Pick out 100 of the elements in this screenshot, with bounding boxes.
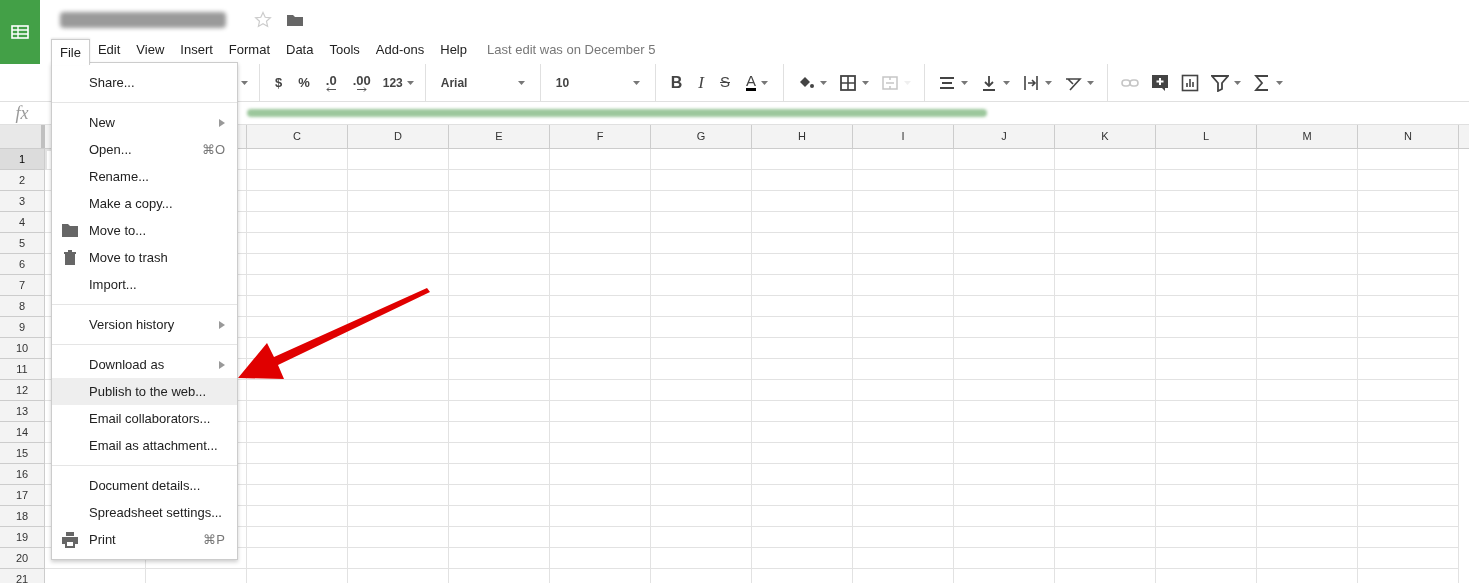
menu-option[interactable]: Import...	[52, 271, 237, 298]
grid-cell[interactable]	[348, 338, 449, 359]
row-header[interactable]: 15	[0, 443, 45, 464]
menu-option[interactable]: Move to...	[52, 217, 237, 244]
grid-cell[interactable]	[954, 149, 1055, 170]
grid-cell[interactable]	[247, 149, 348, 170]
grid-cell[interactable]	[752, 296, 853, 317]
grid-cell[interactable]	[247, 548, 348, 569]
grid-cell[interactable]	[752, 548, 853, 569]
grid-cell[interactable]	[752, 527, 853, 548]
grid-cell[interactable]	[550, 548, 651, 569]
star-icon[interactable]	[254, 11, 272, 29]
grid-cell[interactable]	[550, 527, 651, 548]
menu-item[interactable]: Tools	[321, 39, 368, 61]
row-header[interactable]: 14	[0, 422, 45, 443]
grid-cell[interactable]	[449, 527, 550, 548]
grid-cell[interactable]	[1156, 275, 1257, 296]
grid-cell[interactable]	[1257, 506, 1358, 527]
strikethrough-button[interactable]: S	[712, 69, 738, 96]
grid-cell[interactable]	[1257, 422, 1358, 443]
grid-cell[interactable]	[1156, 359, 1257, 380]
grid-cell[interactable]	[1055, 464, 1156, 485]
grid-cell[interactable]	[954, 212, 1055, 233]
grid-cell[interactable]	[752, 191, 853, 212]
grid-cell[interactable]	[651, 506, 752, 527]
grid-cell[interactable]	[853, 233, 954, 254]
menu-option[interactable]: New	[52, 109, 237, 136]
grid-cell[interactable]	[853, 212, 954, 233]
grid-cell[interactable]	[449, 317, 550, 338]
grid-cell[interactable]	[1055, 170, 1156, 191]
grid-cell[interactable]	[853, 359, 954, 380]
grid-cell[interactable]	[651, 254, 752, 275]
grid-cell[interactable]	[1156, 401, 1257, 422]
menu-item[interactable]: File	[51, 39, 90, 65]
grid-cell[interactable]	[348, 548, 449, 569]
grid-cell[interactable]	[449, 485, 550, 506]
row-header[interactable]: 12	[0, 380, 45, 401]
grid-cell[interactable]	[853, 422, 954, 443]
grid-cell[interactable]	[1055, 359, 1156, 380]
grid-cell[interactable]	[247, 443, 348, 464]
grid-cell[interactable]	[1257, 317, 1358, 338]
grid-cell[interactable]	[954, 191, 1055, 212]
grid-cell[interactable]	[1358, 317, 1459, 338]
grid-cell[interactable]	[954, 422, 1055, 443]
menu-item[interactable]: Edit	[89, 39, 129, 61]
menu-item[interactable]: Insert	[172, 39, 221, 61]
grid-cell[interactable]	[1257, 233, 1358, 254]
grid-cell[interactable]	[954, 254, 1055, 275]
grid-cell[interactable]	[954, 401, 1055, 422]
grid-cell[interactable]	[1358, 359, 1459, 380]
grid-cell[interactable]	[1156, 464, 1257, 485]
grid-cell[interactable]	[1055, 296, 1156, 317]
grid-cell[interactable]	[1257, 191, 1358, 212]
column-header[interactable]: N	[1358, 125, 1459, 148]
grid-cell[interactable]	[247, 380, 348, 401]
grid-cell[interactable]	[449, 548, 550, 569]
grid-cell[interactable]	[1358, 149, 1459, 170]
grid-cell[interactable]	[449, 422, 550, 443]
grid-cell[interactable]	[550, 317, 651, 338]
menu-option[interactable]: Email as attachment...	[52, 432, 237, 459]
grid-cell[interactable]	[247, 485, 348, 506]
row-header[interactable]: 17	[0, 485, 45, 506]
grid-cell[interactable]	[1358, 296, 1459, 317]
grid-cell[interactable]	[651, 149, 752, 170]
grid-cell[interactable]	[247, 506, 348, 527]
menu-option[interactable]: Document details...	[52, 472, 237, 499]
grid-cell[interactable]	[651, 527, 752, 548]
row-header[interactable]: 4	[0, 212, 45, 233]
grid-cell[interactable]	[1358, 485, 1459, 506]
grid-cell[interactable]	[752, 317, 853, 338]
grid-cell[interactable]	[1055, 548, 1156, 569]
column-header[interactable]: L	[1156, 125, 1257, 148]
dropdown-button[interactable]: Arial	[432, 69, 533, 96]
grid-cell[interactable]	[1156, 380, 1257, 401]
grid-cell[interactable]	[752, 170, 853, 191]
text-color-button[interactable]: A	[738, 69, 776, 96]
last-edit-text[interactable]: Last edit was on December 5	[487, 40, 656, 60]
grid-cell[interactable]	[348, 443, 449, 464]
grid-cell[interactable]	[449, 380, 550, 401]
row-header[interactable]: 5	[0, 233, 45, 254]
grid-cell[interactable]	[954, 464, 1055, 485]
grid-cell[interactable]	[1156, 149, 1257, 170]
grid-cell[interactable]	[550, 212, 651, 233]
grid-cell[interactable]	[1257, 527, 1358, 548]
grid-cell[interactable]	[853, 275, 954, 296]
grid-cell[interactable]	[853, 296, 954, 317]
grid-cell[interactable]	[247, 275, 348, 296]
menu-item[interactable]: Data	[278, 39, 322, 61]
grid-cell[interactable]	[1257, 443, 1358, 464]
grid-cell[interactable]	[1156, 548, 1257, 569]
grid-cell[interactable]	[1257, 401, 1358, 422]
row-header[interactable]: 13	[0, 401, 45, 422]
italic-button[interactable]: I	[690, 69, 712, 96]
column-header[interactable]: J	[954, 125, 1055, 148]
grid-cell[interactable]	[550, 233, 651, 254]
grid-cell[interactable]	[449, 212, 550, 233]
grid-cell[interactable]	[348, 359, 449, 380]
grid-cell[interactable]	[348, 527, 449, 548]
row-header[interactable]: 1	[0, 149, 45, 170]
grid-cell[interactable]	[550, 191, 651, 212]
